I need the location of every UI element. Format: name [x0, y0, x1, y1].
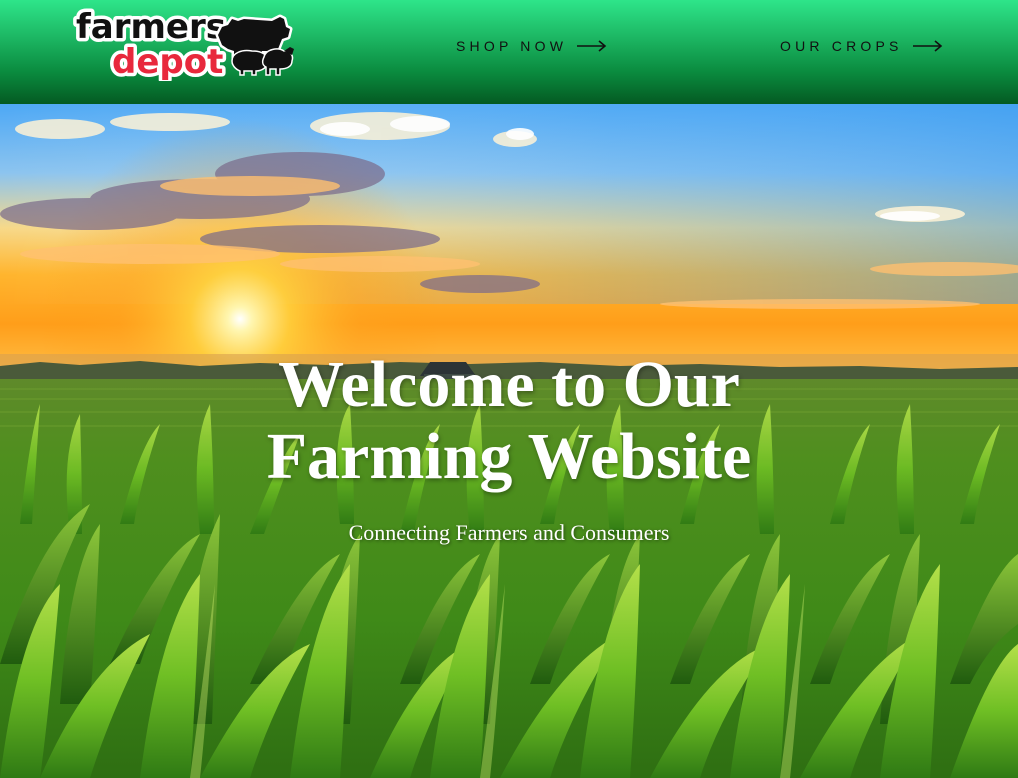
page: farmers depot farmers depot SHOP NOW OUR…	[0, 0, 1018, 778]
our-crops-label: OUR CROPS	[780, 38, 903, 54]
site-header: farmers depot farmers depot SHOP NOW OUR…	[0, 0, 1018, 104]
brand-logo[interactable]: farmers depot farmers depot	[72, 4, 296, 86]
logo-graphic: farmers depot farmers depot	[73, 4, 294, 86]
shop-now-label: SHOP NOW	[456, 38, 568, 54]
hero-title: Welcome to Our Farming Website	[0, 349, 1018, 493]
hero-subtitle: Connecting Farmers and Consumers	[348, 520, 670, 545]
hero-section: Welcome to Our Farming Website Connectin…	[0, 104, 1018, 778]
logo-text-farmers: farmers	[76, 7, 226, 47]
arrow-right-icon	[912, 40, 942, 52]
hero-title-line-2: Farming Website	[266, 420, 752, 493]
our-crops-link[interactable]: OUR CROPS	[780, 36, 943, 56]
arrow-right-icon	[577, 40, 607, 52]
hero-title-line-1: Welcome to Our	[278, 348, 740, 421]
logo-text-depot: depot	[112, 42, 223, 81]
farm-animals-icon	[215, 14, 294, 76]
shop-now-link[interactable]: SHOP NOW	[456, 36, 607, 56]
